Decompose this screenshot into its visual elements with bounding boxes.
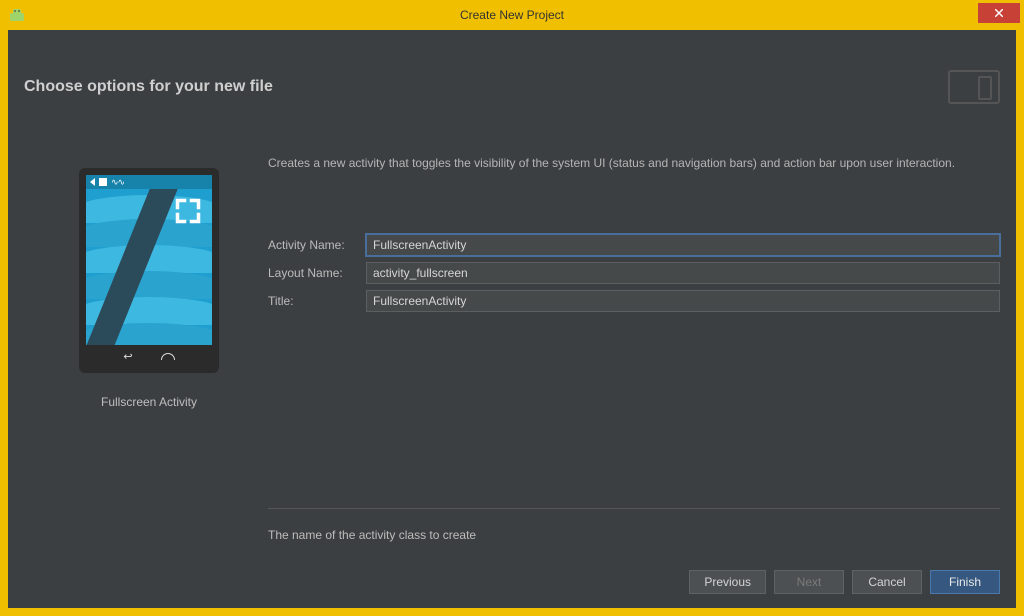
nav-home-icon bbox=[161, 353, 175, 360]
button-bar: Previous Next Cancel Finish bbox=[689, 570, 1000, 594]
previous-button[interactable]: Previous bbox=[689, 570, 766, 594]
label-layout-name: Layout Name: bbox=[268, 266, 360, 280]
header-row: Choose options for your new file bbox=[24, 70, 1000, 104]
label-activity-name: Activity Name: bbox=[268, 238, 360, 252]
description-text: Creates a new activity that toggles the … bbox=[268, 156, 1000, 170]
input-activity-name[interactable] bbox=[366, 234, 1000, 256]
page-heading: Choose options for your new file bbox=[24, 78, 273, 96]
window-title: Create New Project bbox=[0, 8, 1024, 22]
form-factor-icon bbox=[948, 70, 1000, 104]
activity-preview: ∿∿ ↩ bbox=[79, 168, 219, 373]
content-panel: Choose options for your new file bbox=[8, 30, 1016, 608]
app-icon bbox=[8, 6, 26, 24]
preview-label: Fullscreen Activity bbox=[64, 395, 234, 409]
titlebar: Create New Project bbox=[0, 0, 1024, 30]
window-frame: Create New Project Choose options for yo… bbox=[0, 0, 1024, 616]
close-button[interactable] bbox=[978, 3, 1020, 23]
row-activity-name: Activity Name: bbox=[268, 234, 1000, 256]
finish-button[interactable]: Finish bbox=[930, 570, 1000, 594]
row-layout-name: Layout Name: bbox=[268, 262, 1000, 284]
field-hint: The name of the activity class to create bbox=[268, 528, 476, 542]
fullscreen-expand-icon bbox=[174, 197, 202, 225]
cancel-button[interactable]: Cancel bbox=[852, 570, 922, 594]
label-title: Title: bbox=[268, 294, 360, 308]
input-layout-name[interactable] bbox=[366, 262, 1000, 284]
preview-column: ∿∿ ↩ bbox=[64, 168, 234, 409]
input-title[interactable] bbox=[366, 290, 1000, 312]
nav-back-icon: ↩ bbox=[123, 350, 132, 363]
divider bbox=[268, 508, 1000, 509]
form-column: Creates a new activity that toggles the … bbox=[268, 156, 1000, 318]
row-title: Title: bbox=[268, 290, 1000, 312]
close-icon bbox=[995, 9, 1003, 17]
next-button: Next bbox=[774, 570, 844, 594]
